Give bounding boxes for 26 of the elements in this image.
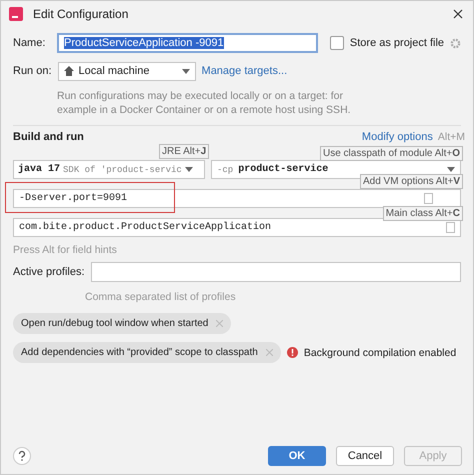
- run-on-dropdown[interactable]: Local machine: [58, 62, 196, 80]
- warning-text: Background compilation enabled: [304, 346, 456, 358]
- dialog-button[interactable]: OK: [268, 446, 326, 466]
- name-field[interactable]: ProductServiceApplication -9091: [57, 33, 318, 53]
- manage-targets-link[interactable]: Manage targets...: [202, 65, 288, 77]
- section-title: Build and run: [13, 131, 84, 143]
- run-on-label: Run on:: [13, 65, 52, 77]
- run-on-description: Run configurations may be executed locally or on a target: for example in a Docker Container or on a remote host using SSH.: [57, 89, 352, 117]
- field-hints-note: Press Alt for field hints: [13, 244, 118, 256]
- active-profiles-description: Comma separated list of profiles: [85, 291, 237, 303]
- shortcut-tooltip: Main class Alt+C: [382, 206, 463, 221]
- modify-options-link[interactable]: Modify options: [362, 131, 433, 143]
- shortcut-tooltip: Use classpath of module Alt+O: [320, 146, 463, 161]
- window-title: Edit Configuration: [33, 7, 130, 21]
- option-chip[interactable]: Open run/debug tool window when started: [13, 313, 232, 334]
- active-profiles-label: Active profiles:: [13, 266, 85, 278]
- vm-options-field[interactable]: -Dserver.port=9091: [13, 189, 461, 208]
- shortcut-label: Alt+M: [438, 131, 465, 143]
- main-class-field[interactable]: com.bite.product.ProductServiceApplication: [13, 218, 461, 237]
- shortcut-tooltip: JRE Alt+J: [159, 144, 210, 159]
- store-as-project-file-label: Store as project file: [350, 37, 444, 49]
- shortcut-tooltip: Add VM options Alt+V: [360, 174, 463, 189]
- jre-dropdown[interactable]: java 17 SDK of 'product-servic: [13, 160, 205, 179]
- name-label: Name:: [13, 37, 46, 49]
- option-chip[interactable]: Add dependencies with “provided” scope to classpath: [13, 342, 281, 363]
- dialog-button[interactable]: Cancel: [336, 446, 394, 466]
